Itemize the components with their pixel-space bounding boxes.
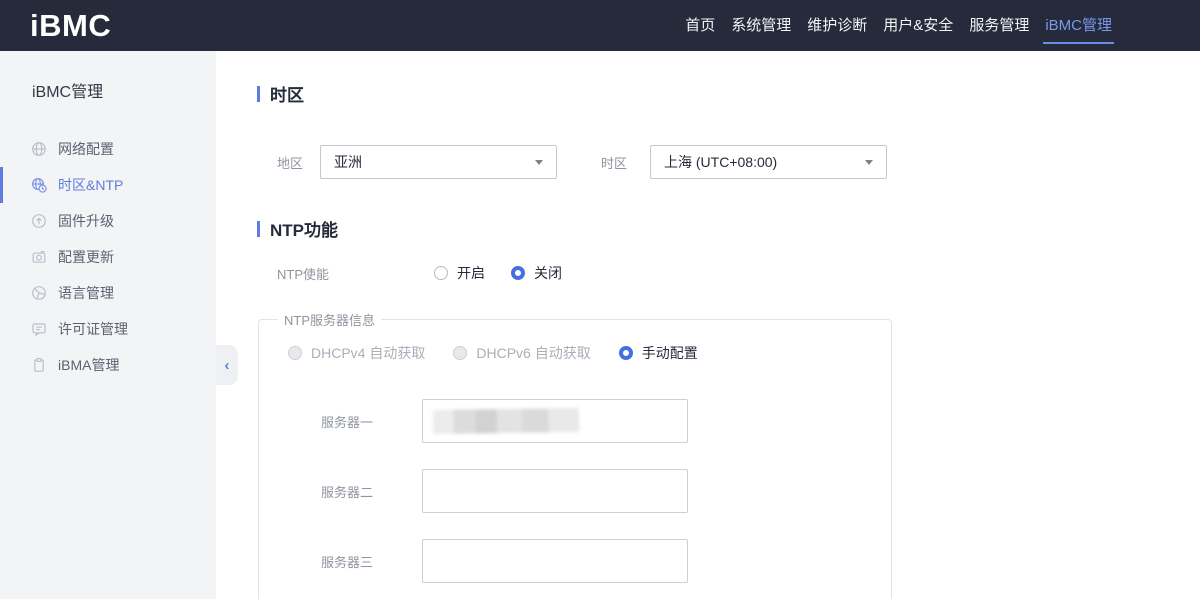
server-two-row: 服务器二	[321, 469, 891, 513]
sidebar-item-ibma-management[interactable]: iBMA管理	[0, 347, 216, 383]
timezone-form-row: 地区 亚洲 时区 上海 (UTC+08:00)	[277, 145, 1200, 179]
language-icon	[31, 285, 47, 301]
top-nav: 首页 系统管理 维护诊断 用户&安全 服务管理 iBMC管理	[677, 0, 1120, 51]
sidebar: iBMC管理 网络配置 时区&NTP 固件升级	[0, 51, 216, 599]
sidebar-item-label: 许可证管理	[58, 319, 128, 339]
section-accent-bar	[257, 221, 260, 237]
nav-ibmc-management[interactable]: iBMC管理	[1037, 0, 1120, 51]
sidebar-item-label: iBMA管理	[58, 355, 119, 375]
sidebar-item-timezone-ntp[interactable]: 时区&NTP	[0, 167, 216, 203]
server-three-input[interactable]	[422, 539, 688, 583]
ntp-section-title: NTP功能	[257, 216, 1200, 241]
sidebar-item-license-management[interactable]: 许可证管理	[0, 311, 216, 347]
sidebar-item-label: 时区&NTP	[58, 175, 123, 195]
ntp-server-group: NTP服务器信息 DHCPv4 自动获取 DHCPv6 自动获取 手动配置	[258, 310, 892, 599]
sidebar-item-network-config[interactable]: 网络配置	[0, 131, 216, 167]
server-one-row: 服务器一	[321, 399, 891, 443]
timezone-label: 时区	[601, 153, 631, 172]
region-label: 地区	[277, 153, 303, 172]
chevron-down-icon	[865, 160, 873, 165]
main-content: 时区 地区 亚洲 时区 上海 (UTC+08:00) NTP功能	[216, 51, 1200, 599]
timezone-select-value: 上海 (UTC+08:00)	[664, 152, 777, 172]
radio-unchecked-icon	[434, 266, 448, 280]
server-three-label: 服务器三	[321, 552, 422, 571]
timezone-section-title: 时区	[257, 81, 1200, 106]
timezone-section: 时区 地区 亚洲 时区 上海 (UTC+08:00)	[257, 81, 1200, 179]
ntp-section: NTP功能 NTP使能 开启 关闭 NTP服务器信息 DHC	[257, 216, 1200, 599]
nav-maintenance-diagnosis[interactable]: 维护诊断	[799, 0, 875, 51]
ntp-enable-row: NTP使能 开启 关闭	[277, 263, 1200, 283]
chevron-down-icon	[535, 160, 543, 165]
chevron-left-icon: ‹	[225, 357, 230, 374]
sidebar-item-label: 网络配置	[58, 139, 114, 159]
app-logo: iBMC	[30, 0, 111, 51]
license-icon	[31, 321, 47, 337]
nav-home[interactable]: 首页	[677, 0, 723, 51]
dhcpv4-auto-option: DHCPv4 自动获取	[288, 343, 425, 363]
firmware-upgrade-icon	[31, 213, 47, 229]
ntp-server-group-legend: NTP服务器信息	[278, 310, 381, 329]
region-select[interactable]: 亚洲	[320, 145, 557, 179]
server-two-input[interactable]	[422, 469, 688, 513]
topbar: iBMC 首页 系统管理 维护诊断 用户&安全 服务管理 iBMC管理	[0, 0, 1200, 51]
config-update-icon	[31, 249, 47, 265]
server-two-label: 服务器二	[321, 482, 422, 501]
manual-config-option[interactable]: 手动配置	[619, 343, 698, 363]
timezone-ntp-icon	[31, 177, 47, 193]
dhcpv6-auto-option: DHCPv6 自动获取	[453, 343, 590, 363]
sidebar-collapse-button[interactable]: ‹	[216, 345, 238, 385]
sidebar-item-label: 固件升级	[58, 211, 114, 231]
nav-service-management[interactable]: 服务管理	[961, 0, 1037, 51]
timezone-select[interactable]: 上海 (UTC+08:00)	[650, 145, 887, 179]
sidebar-item-label: 语言管理	[58, 283, 114, 303]
radio-checked-icon	[511, 266, 525, 280]
ntp-enable-on-option[interactable]: 开启	[434, 263, 485, 283]
server-three-row: 服务器三	[321, 539, 891, 583]
sidebar-item-firmware-upgrade[interactable]: 固件升级	[0, 203, 216, 239]
sidebar-menu: 网络配置 时区&NTP 固件升级 配置更新	[0, 131, 216, 383]
server-one-input[interactable]	[422, 399, 688, 443]
radio-disabled-icon	[288, 346, 302, 360]
sidebar-item-label: 配置更新	[58, 247, 114, 267]
radio-checked-icon	[619, 346, 633, 360]
ibma-icon	[31, 357, 47, 373]
section-accent-bar	[257, 86, 260, 102]
sidebar-title: iBMC管理	[0, 51, 216, 102]
ntp-enable-off-option[interactable]: 关闭	[511, 263, 562, 283]
network-icon	[31, 141, 47, 157]
sidebar-item-config-update[interactable]: 配置更新	[0, 239, 216, 275]
sidebar-item-language-management[interactable]: 语言管理	[0, 275, 216, 311]
server-one-label: 服务器一	[321, 412, 422, 431]
ntp-server-mode-row: DHCPv4 自动获取 DHCPv6 自动获取 手动配置	[288, 343, 891, 363]
region-select-value: 亚洲	[334, 152, 362, 172]
radio-disabled-icon	[453, 346, 467, 360]
ntp-enable-label: NTP使能	[277, 264, 434, 283]
nav-user-security[interactable]: 用户&安全	[875, 0, 961, 51]
nav-system-management[interactable]: 系统管理	[723, 0, 799, 51]
